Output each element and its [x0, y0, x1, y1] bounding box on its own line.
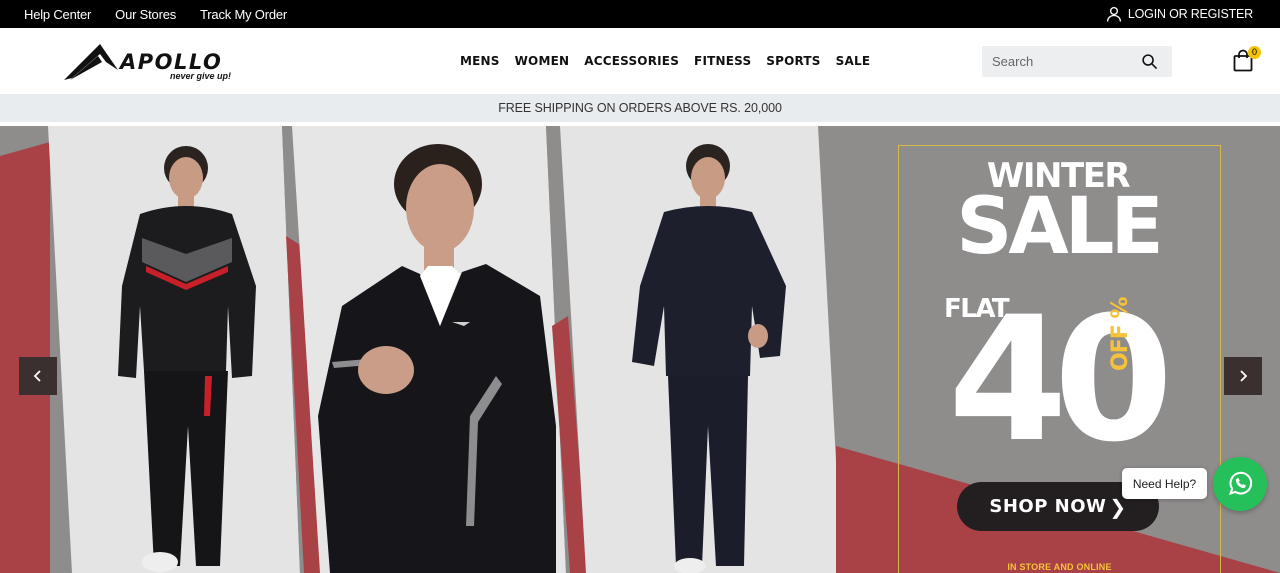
nav-sale[interactable]: SALE — [836, 54, 871, 68]
main-nav: MENS WOMEN ACCESSORIES FITNESS SPORTS SA… — [460, 28, 870, 94]
whatsapp-icon — [1229, 471, 1253, 495]
apollo-logo[interactable]: APOLLO never give up! — [62, 42, 238, 82]
promo-flat: FLAT — [944, 294, 1010, 324]
login-label: LOGIN OR REGISTER — [1127, 7, 1253, 21]
search-icon[interactable] — [1141, 53, 1158, 70]
hero-slider: WINTER SALE 40 FLAT OFF % SHOP NOW ❯ IN … — [0, 126, 1280, 573]
need-help-bubble[interactable]: Need Help? — [1122, 468, 1207, 499]
shop-now-label: SHOP NOW — [989, 496, 1107, 517]
login-register-link[interactable]: LOGIN OR REGISTER — [1105, 0, 1253, 28]
chevron-right-icon — [1240, 370, 1248, 382]
nav-sports[interactable]: SPORTS — [766, 54, 820, 68]
nav-mens[interactable]: MENS — [460, 54, 500, 68]
top-bar: Help Center Our Stores Track My Order LO… — [0, 0, 1280, 28]
chevron-left-icon — [33, 370, 41, 382]
nav-accessories[interactable]: ACCESSORIES — [584, 54, 679, 68]
help-center-link[interactable]: Help Center — [24, 7, 91, 22]
main-header: APOLLO never give up! MENS WOMEN ACCESSO… — [0, 28, 1280, 94]
nav-women[interactable]: WOMEN — [515, 54, 570, 68]
our-stores-link[interactable]: Our Stores — [115, 7, 176, 22]
promo-sale: SALE — [956, 182, 1164, 272]
whatsapp-chat-button[interactable] — [1213, 457, 1267, 511]
search-box — [982, 46, 1172, 77]
logo-tagline: never give up! — [170, 71, 231, 81]
track-order-link[interactable]: Track My Order — [200, 7, 287, 22]
cart-button[interactable]: 0 — [1233, 46, 1261, 73]
promo-footnote: IN STORE AND ONLINE — [1007, 562, 1112, 572]
nav-fitness[interactable]: FITNESS — [694, 54, 751, 68]
slider-prev-button[interactable] — [19, 357, 57, 395]
announcement-bar: FREE SHIPPING ON ORDERS ABOVE RS. 20,000 — [0, 94, 1280, 122]
top-links: Help Center Our Stores Track My Order — [24, 0, 287, 28]
slider-next-button[interactable] — [1224, 357, 1262, 395]
user-icon — [1106, 6, 1121, 22]
cart-count-badge: 0 — [1248, 46, 1261, 59]
search-input[interactable] — [982, 46, 1142, 77]
promo-off: OFF % — [1108, 297, 1133, 371]
